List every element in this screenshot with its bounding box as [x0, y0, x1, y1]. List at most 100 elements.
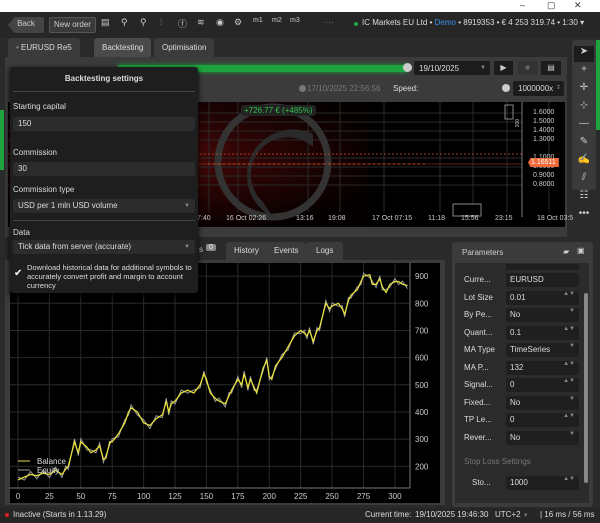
separator: • [429, 18, 433, 27]
indicator-icon[interactable]: ⫶ [160, 17, 162, 28]
crosshair-icon[interactable]: + [572, 64, 596, 80]
param-value[interactable]: No [506, 395, 579, 410]
y-tick-label: 200 [415, 462, 429, 471]
starting-capital-input[interactable]: 150 [13, 117, 195, 131]
parameters-scrollbar[interactable] [584, 293, 588, 483]
tab-symbol[interactable]: • EURUSD Re5 [8, 38, 80, 57]
open-folder-icon[interactable]: ▰ [563, 247, 569, 256]
param-value[interactable]: No [506, 430, 579, 445]
commission-type-label: Commission type [13, 185, 75, 194]
price-tick: 0.8000 [533, 181, 555, 188]
commission-type-select[interactable]: USD per 1 mln USD volume ▼ [13, 199, 195, 213]
tab-backtesting[interactable]: Backtesting [94, 38, 152, 57]
current-time-value: 19/10/2025 19:46:30 [415, 510, 489, 519]
param-row[interactable]: Lot Size 0.01 ▲▼ [464, 290, 579, 305]
maximize-button[interactable]: ▢ [547, 0, 556, 11]
stepper-icon[interactable]: ▲▼ [563, 326, 575, 332]
m2-button[interactable]: m2 [272, 17, 282, 24]
m1-button[interactable]: m1 [253, 17, 263, 24]
box-crosshair-icon[interactable]: ⊹ [572, 100, 596, 116]
status-bar: Inactive (Starts in 1.13.29) Current tim… [0, 508, 600, 522]
price-tick: 1.3000 [533, 136, 555, 143]
settings-icon[interactable]: ⚙ [234, 17, 242, 28]
y-tick-label: 900 [415, 272, 429, 281]
stepper-icon[interactable]: ▲▼ [563, 361, 575, 367]
param-row[interactable]: Fixed... No ▼ [464, 395, 579, 410]
param-row[interactable]: Signal... 0 ▲▼ [464, 378, 579, 392]
chevron-down-icon[interactable]: ▼ [569, 343, 575, 349]
chevron-down-icon[interactable]: ▼ [569, 431, 575, 437]
fibonacci-icon[interactable]: ☷ [572, 190, 596, 206]
crosshair-alt-icon[interactable]: ✛ [572, 82, 596, 98]
chevron-down-icon[interactable]: ▼ [569, 396, 575, 402]
status-dot-icon [5, 513, 9, 517]
tab-events[interactable]: Events [266, 242, 307, 260]
param-value[interactable]: EURUSD [506, 273, 579, 287]
speed-input[interactable]: 1000000x ⇕ [513, 81, 564, 96]
data-source-select[interactable]: Tick data from server (accurate) ▼ [13, 240, 195, 254]
speed-slider-handle[interactable] [502, 84, 510, 92]
stepper-icon[interactable]: ▲▼ [563, 476, 575, 482]
commission-input[interactable]: 30 [13, 162, 195, 176]
pen-icon[interactable]: ✍ [572, 154, 596, 170]
m3-button[interactable]: m3 [290, 17, 300, 24]
stepper-icon[interactable]: ▲▼ [563, 413, 575, 419]
speed-value: 1000000x [518, 84, 554, 93]
stepper-icon[interactable]: ▲▼ [563, 291, 575, 297]
cursor-icon[interactable]: ➤ [574, 46, 594, 62]
close-button[interactable]: ✕ [574, 0, 582, 11]
price-tick: 1.6000 [533, 109, 555, 116]
new-order-button[interactable]: New order [49, 17, 96, 33]
layers-icon[interactable]: ≋ [197, 17, 205, 28]
x-tick-label: 125 [168, 492, 182, 501]
pencil-icon[interactable]: ✎ [572, 136, 596, 152]
param-row[interactable]: MA P... 132 ▲▼ [464, 360, 579, 375]
zoom-in-icon[interactable]: ⚲ [140, 17, 147, 28]
account-info[interactable]: IC Markets EU Ltd • Demo • 8919353 • € 4… [362, 18, 584, 27]
y-tick-label: 500 [415, 381, 429, 390]
play-button[interactable]: ▶ [494, 61, 513, 75]
more-button[interactable]: ··· [325, 17, 334, 27]
param-row[interactable]: By Pe... No ▼ [464, 308, 579, 322]
stepper-icon[interactable]: ▲▼ [563, 378, 575, 384]
more-tools-icon[interactable]: ••• [572, 208, 596, 224]
layout-icon[interactable]: ▤ [101, 17, 110, 28]
legend-equity: Equity [37, 466, 59, 475]
param-row[interactable]: Quant... 0.1 ▲▼ [464, 325, 579, 340]
param-row[interactable]: TP Le... 0 ▲▼ [464, 413, 579, 427]
chevron-down-icon[interactable]: ▼ [569, 308, 575, 314]
current-backtest-time: 17/10/2025 22:56:56 [307, 84, 381, 93]
settings-title: Backtesting settings [64, 74, 144, 83]
price-tick: 0.9000 [533, 172, 555, 179]
progress-handle[interactable] [403, 63, 412, 72]
tab-history[interactable]: History [226, 242, 267, 260]
back-button[interactable]: Back [8, 17, 44, 33]
download-checkbox[interactable]: ✔ [14, 268, 22, 279]
param-row[interactable]: MA Type TimeSeries ▼ [464, 343, 579, 357]
param-label: TP Le... [464, 415, 492, 424]
param-row[interactable]: Curre... EURUSD [464, 273, 579, 287]
horizontal-line-icon[interactable]: — [572, 118, 596, 134]
report-icon[interactable]: ▤ [541, 61, 561, 75]
trades-tab-label[interactable]: s [199, 245, 203, 254]
param-value[interactable]: No [506, 308, 579, 322]
minimize-button[interactable]: – [520, 0, 525, 10]
save-icon[interactable]: ▣ [577, 246, 585, 255]
stop-button[interactable]: ■ [518, 61, 537, 75]
fork-icon[interactable]: ⫽ [572, 172, 596, 188]
param-row[interactable]: Rever... No ▼ [464, 430, 579, 445]
x-tick-label: 300 [388, 492, 402, 501]
eye-icon[interactable]: ◉ [216, 17, 224, 28]
y-tick-label: 800 [415, 299, 429, 308]
param-label: Rever... [464, 432, 492, 442]
timezone-select[interactable]: UTC+2 ▼ [495, 508, 529, 523]
param-stop-loss[interactable]: Sto... 1000 ▲▼ [464, 476, 579, 490]
facebook-icon[interactable]: ⓕ [178, 17, 187, 30]
zoom-out-icon[interactable]: ⚲ [121, 17, 128, 28]
tab-optimisation[interactable]: Optimisation [154, 38, 215, 57]
end-date-picker[interactable]: 19/10/2025 ▼ [414, 61, 490, 75]
equity-chart[interactable]: 0 25 50 75 100 125 150 175 200 225 250 275 300 200 300… [10, 263, 440, 503]
tab-logs[interactable]: Logs [306, 242, 344, 260]
data-source-value: Tick data from server (accurate) [18, 242, 132, 251]
param-value[interactable]: TimeSeries [506, 343, 579, 357]
